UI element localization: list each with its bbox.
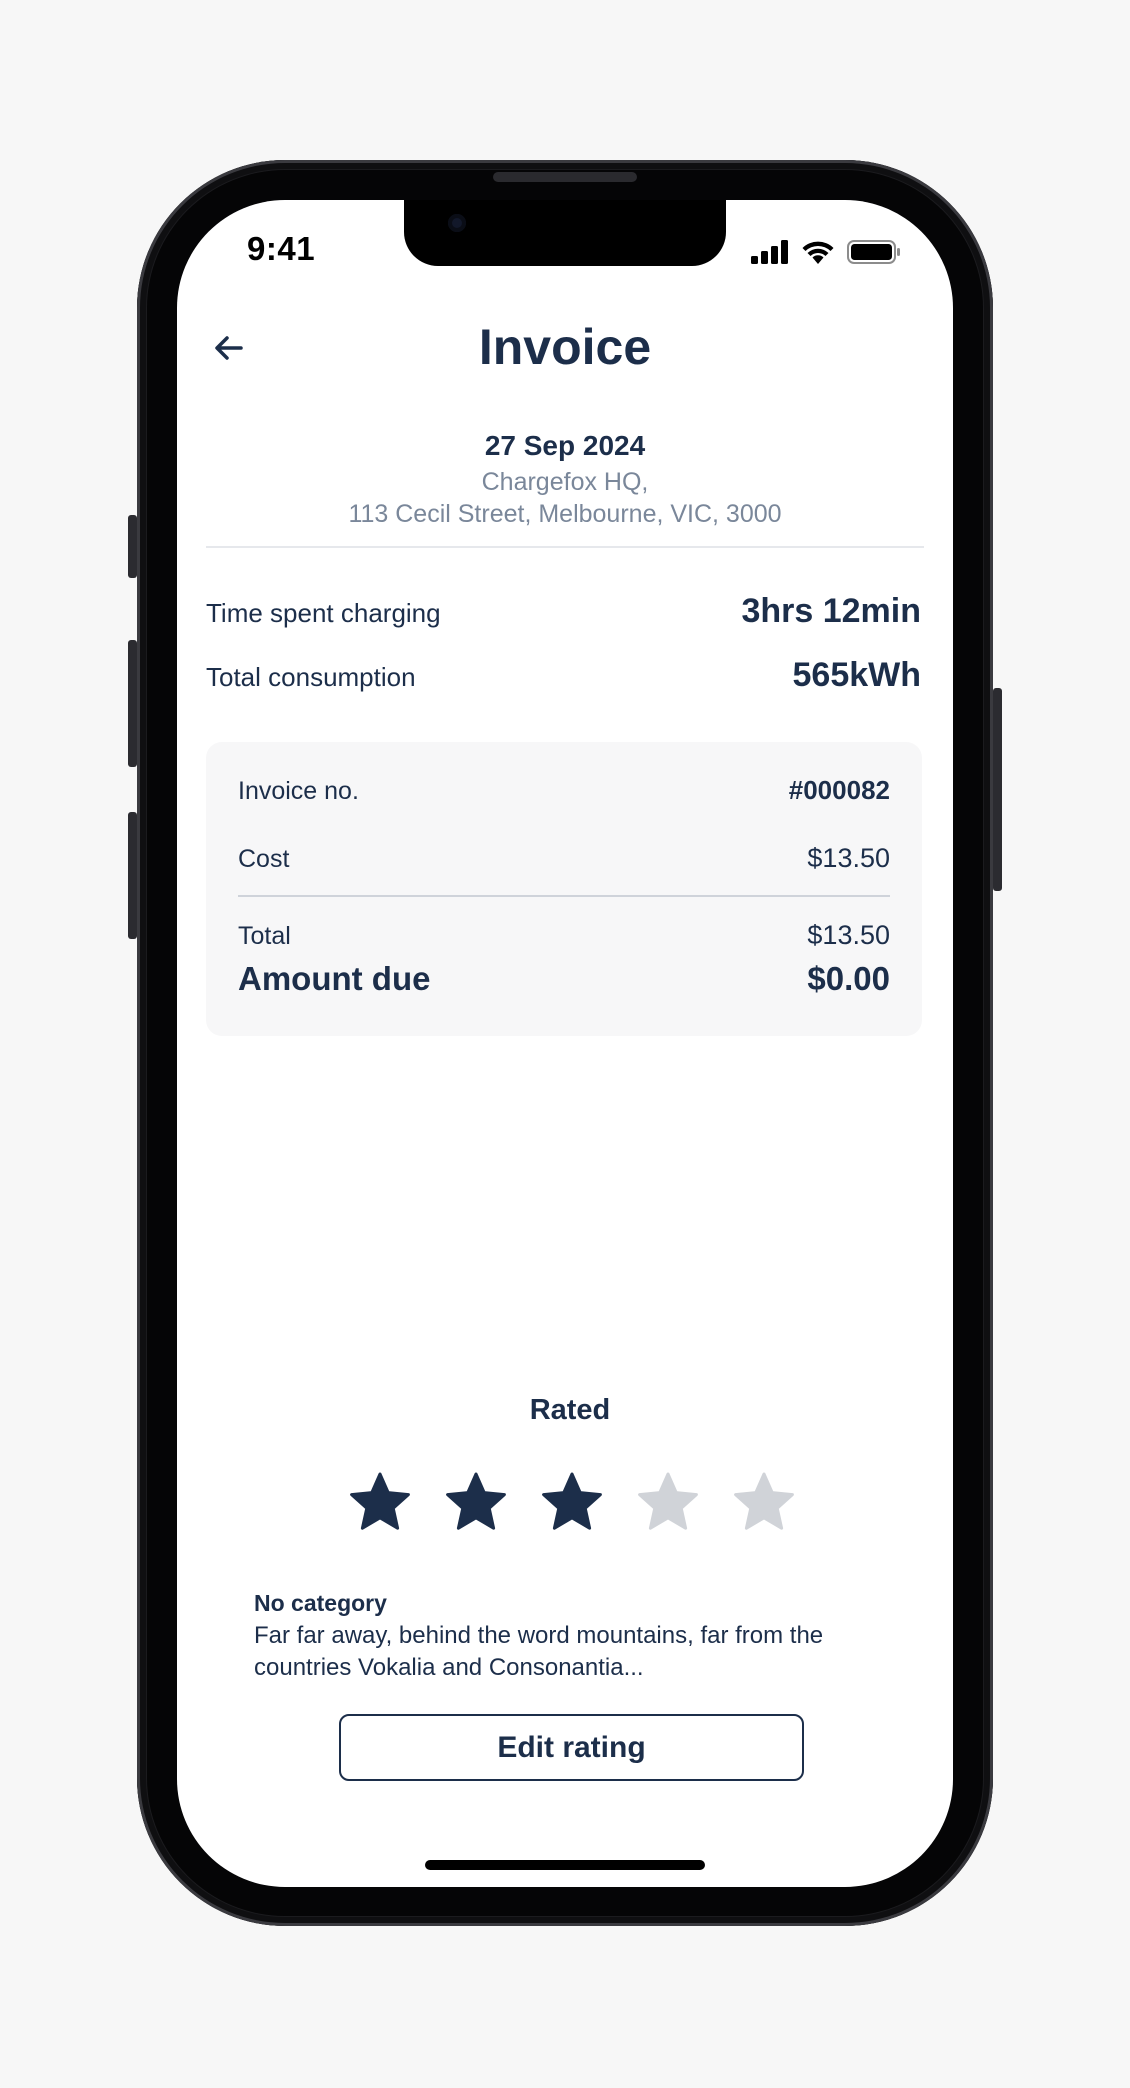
time-spent-value: 3hrs 12min: [741, 592, 921, 630]
invoice-number-value: #000082: [788, 775, 890, 805]
wifi-icon: [802, 241, 834, 264]
star-filled-icon[interactable]: [444, 1470, 508, 1534]
status-icons: [751, 238, 901, 264]
total-consumption-value: 565kWh: [792, 656, 922, 694]
cost-label: Cost: [238, 845, 290, 873]
notch: [404, 200, 726, 266]
location-name: Chargefox HQ,: [481, 468, 649, 496]
star-filled-icon[interactable]: [540, 1470, 604, 1534]
cost-value: $13.50: [807, 843, 890, 873]
total-value: $13.50: [807, 920, 890, 950]
star-empty-icon[interactable]: [636, 1470, 700, 1534]
status-time: 9:41: [247, 230, 316, 267]
card-divider: [238, 895, 890, 897]
location-address: 113 Cecil Street, Melbourne, VIC, 3000: [348, 500, 782, 528]
page-title: Invoice: [478, 319, 652, 375]
amount-due-label: Amount due: [238, 960, 431, 997]
volume-up-button: [128, 640, 137, 767]
power-button: [993, 688, 1002, 891]
edit-rating-button[interactable]: Edit rating: [339, 1714, 804, 1781]
page-background: 9:41 Invoice 27 Sep 2024 Chargefox HQ, 1…: [0, 0, 1130, 2088]
earpiece-speaker: [493, 172, 637, 182]
amount-due-value: $0.00: [807, 960, 890, 997]
invoice-number-label: Invoice no.: [238, 777, 359, 805]
total-consumption-label: Total consumption: [206, 662, 416, 692]
front-camera: [448, 214, 466, 232]
battery-icon: [847, 240, 900, 264]
home-indicator[interactable]: [425, 1860, 705, 1870]
time-spent-label: Time spent charging: [206, 598, 441, 628]
star-filled-icon[interactable]: [348, 1470, 412, 1534]
volume-down-button: [128, 812, 137, 939]
cellular-signal-icon: [751, 240, 788, 264]
phone-screen: 9:41 Invoice 27 Sep 2024 Chargefox HQ, 1…: [177, 200, 953, 1887]
invoice-summary-card: Invoice no. #000082 Cost $13.50 Total $1…: [206, 742, 922, 1036]
rating-category: No category: [254, 1590, 387, 1616]
star-rating: [348, 1470, 796, 1534]
session-date: 27 Sep 2024: [484, 430, 646, 461]
rating-comment: Far far away, behind the word mountains,…: [254, 1622, 824, 1681]
total-label: Total: [238, 922, 291, 950]
rating-heading: Rated: [529, 1394, 611, 1426]
star-empty-icon[interactable]: [732, 1470, 796, 1534]
divider: [206, 546, 924, 548]
mute-switch: [128, 515, 137, 578]
